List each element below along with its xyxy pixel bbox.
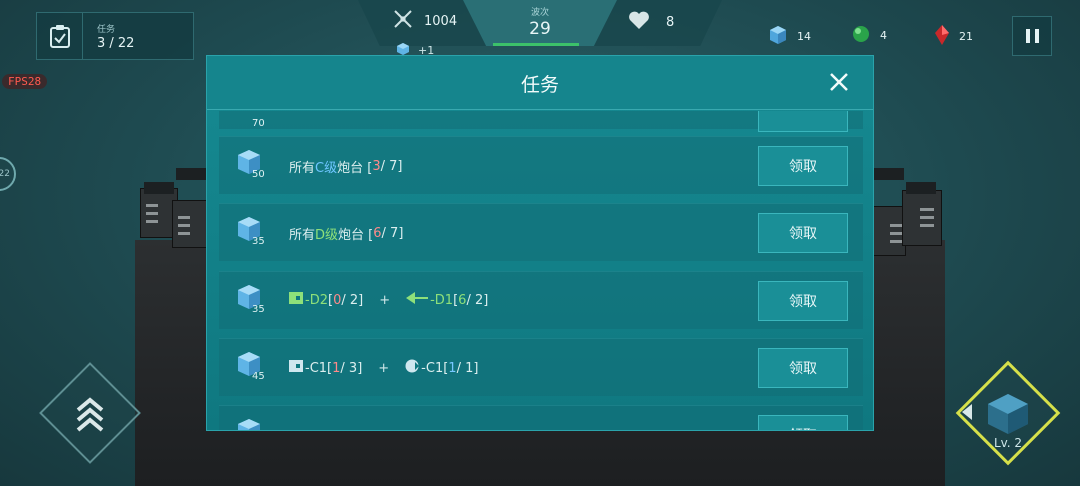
green-orb-icon: [852, 25, 870, 46]
pause-icon-bar-right: [1034, 29, 1039, 43]
task-text: 炮台 [: [337, 161, 373, 176]
turret-square-blue-icon: [289, 360, 303, 376]
task-total: / 7]: [380, 159, 403, 174]
task-current: 6: [373, 226, 382, 241]
kills-counter: 1004: [392, 8, 457, 34]
task-reward: 35: [252, 304, 265, 315]
task-description: 所有 D级 炮台 [6 / 7]: [289, 224, 403, 243]
task-current: 1: [448, 360, 457, 376]
task-row-partial: 70: [219, 111, 863, 132]
turret-arrow-green-icon: [406, 292, 429, 308]
chevrons-up-icon: [75, 396, 105, 440]
turret-name: -C1: [421, 360, 444, 376]
turret-name: -D1: [430, 292, 454, 308]
task-row: 50 所有 C级 炮台 [3 / 7] 领取: [219, 136, 863, 194]
modal-header: 任务: [207, 56, 873, 110]
crossed-swords-icon: [392, 8, 414, 34]
build-cube-icon: [984, 390, 1032, 442]
task-current: 0: [333, 292, 342, 308]
lives-counter: 8: [628, 10, 674, 34]
task-total: / 3]: [340, 360, 363, 376]
task-label: 任务: [97, 25, 116, 35]
task-row: 45 -C1 [1 / 3] + -C1 [1 / 1] 领取: [219, 338, 863, 396]
resource-green: 4: [852, 25, 887, 46]
tower-left[interactable]: [140, 168, 210, 248]
build-level: Lv. 2: [993, 436, 1023, 450]
task-description: -D2 [0 / 2] + -D1 [6 / 2]: [289, 292, 488, 308]
resource-green-value: 4: [880, 29, 887, 42]
task-row: 领取: [219, 405, 863, 430]
plus-sign: +: [378, 360, 390, 376]
task-row: 35 -D2 [0 / 2] + -D1 [6 / 2] 领取: [219, 271, 863, 329]
close-icon[interactable]: [827, 70, 851, 94]
task-total: / 2]: [341, 292, 364, 308]
heart-icon: [628, 10, 650, 34]
task-modal: 任务 70 50 所有 C级 炮台 [3 / 7] 领取 35 所有 D级 炮台…: [206, 55, 874, 431]
task-total: / 1]: [456, 360, 479, 376]
lives-value: 8: [666, 14, 675, 30]
claim-button[interactable]: 领取: [758, 348, 848, 388]
arrow-left-icon[interactable]: [962, 404, 972, 420]
task-text: 炮台 [: [338, 228, 374, 243]
claim-button-partial[interactable]: [758, 111, 848, 132]
wave-label: 波次: [530, 8, 549, 18]
task-current: 6: [458, 292, 467, 308]
resource-red: 21: [935, 25, 973, 48]
resource-blue-value: 14: [797, 30, 811, 43]
task-current: 3: [372, 159, 381, 174]
task-reward: 35: [252, 236, 265, 247]
claim-button[interactable]: 领取: [758, 146, 848, 186]
task-text: 所有: [289, 161, 316, 176]
tower-right[interactable]: [870, 168, 942, 258]
plus-sign: +: [379, 292, 391, 308]
red-crystal-icon: [935, 25, 949, 48]
blue-cube-icon: [237, 418, 261, 430]
turret-name: -C1: [305, 360, 328, 376]
task-description: 所有 C级 炮台 [3 / 7]: [289, 157, 402, 176]
resource-red-value: 21: [959, 30, 973, 43]
turret-square-green-icon: [289, 292, 303, 308]
task-button[interactable]: 任务 3 / 22: [36, 12, 194, 60]
wave-progress-bar: [493, 43, 579, 46]
fps-counter: FPS28: [2, 74, 48, 89]
blue-cube-icon: [769, 25, 787, 48]
task-reward: 70: [252, 118, 265, 129]
claim-button[interactable]: 领取: [758, 415, 848, 430]
task-reward: 45: [252, 371, 265, 382]
task-grade: D级: [315, 228, 339, 243]
claim-button[interactable]: 领取: [758, 213, 848, 253]
pause-button[interactable]: [1012, 16, 1052, 56]
turret-name: -D2: [305, 292, 328, 308]
task-progress: 3 / 22: [97, 36, 135, 51]
resource-blue: 14: [769, 25, 811, 48]
task-current: 1: [332, 360, 341, 376]
claim-button[interactable]: 领取: [758, 281, 848, 321]
side-indicator-value: 22: [0, 169, 10, 179]
turret-round-icon: [405, 359, 420, 377]
task-reward: 50: [252, 169, 265, 180]
task-total: / 2]: [466, 292, 489, 308]
task-row: 35 所有 D级 炮台 [6 / 7] 领取: [219, 203, 863, 261]
task-grade: C级: [315, 161, 338, 176]
task-total: / 7]: [381, 226, 404, 241]
task-text: 所有: [289, 228, 316, 243]
task-description: -C1 [1 / 3] + -C1 [1 / 1]: [289, 359, 478, 377]
modal-title: 任务: [520, 74, 559, 96]
kills-value: 1004: [424, 13, 458, 29]
task-list[interactable]: 70 50 所有 C级 炮台 [3 / 7] 领取 35 所有 D级 炮台 [6 / 7…: [219, 111, 863, 430]
clipboard-icon: [37, 13, 83, 59]
pause-icon-bar-left: [1025, 29, 1030, 43]
wave-value: 29: [529, 19, 551, 39]
